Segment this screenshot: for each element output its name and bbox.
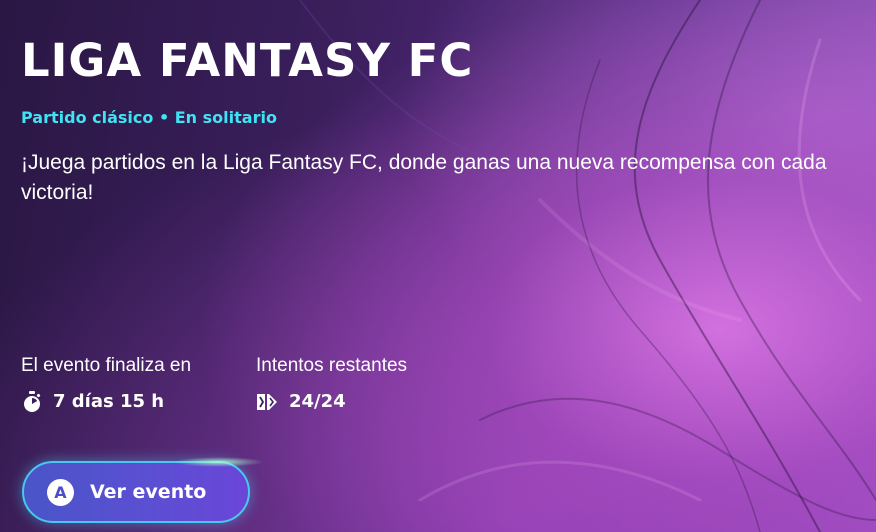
event-end-value: 7 días 15 h: [53, 391, 165, 412]
event-panel: LIGA FANTASY FC Partido clásico • En sol…: [0, 0, 876, 532]
a-button-icon: A: [47, 478, 74, 506]
event-end-value-row: 7 días 15 h: [21, 391, 191, 413]
event-end-label: El evento finaliza en: [21, 355, 192, 376]
stopwatch-icon: [21, 391, 43, 413]
event-mode-subtitle: Partido clásico • En solitario: [21, 108, 277, 127]
view-event-label: Ver evento: [90, 481, 207, 503]
attempts-value: 24/24: [289, 391, 346, 412]
event-end-stat: El evento finaliza en 7 días 15 h: [21, 355, 191, 413]
attempts-value-row: 24/24: [256, 391, 407, 413]
event-title: LIGA FANTASY FC: [21, 34, 474, 87]
event-description: ¡Juega partidos en la Liga Fantasy FC, d…: [21, 151, 827, 204]
attempts-stat: Intentos restantes 24/24: [256, 355, 407, 413]
view-event-button[interactable]: A Ver evento: [22, 457, 264, 523]
attempts-icon: [256, 391, 278, 413]
button-highlight: [174, 457, 264, 467]
attempts-label: Intentos restantes: [256, 355, 408, 376]
